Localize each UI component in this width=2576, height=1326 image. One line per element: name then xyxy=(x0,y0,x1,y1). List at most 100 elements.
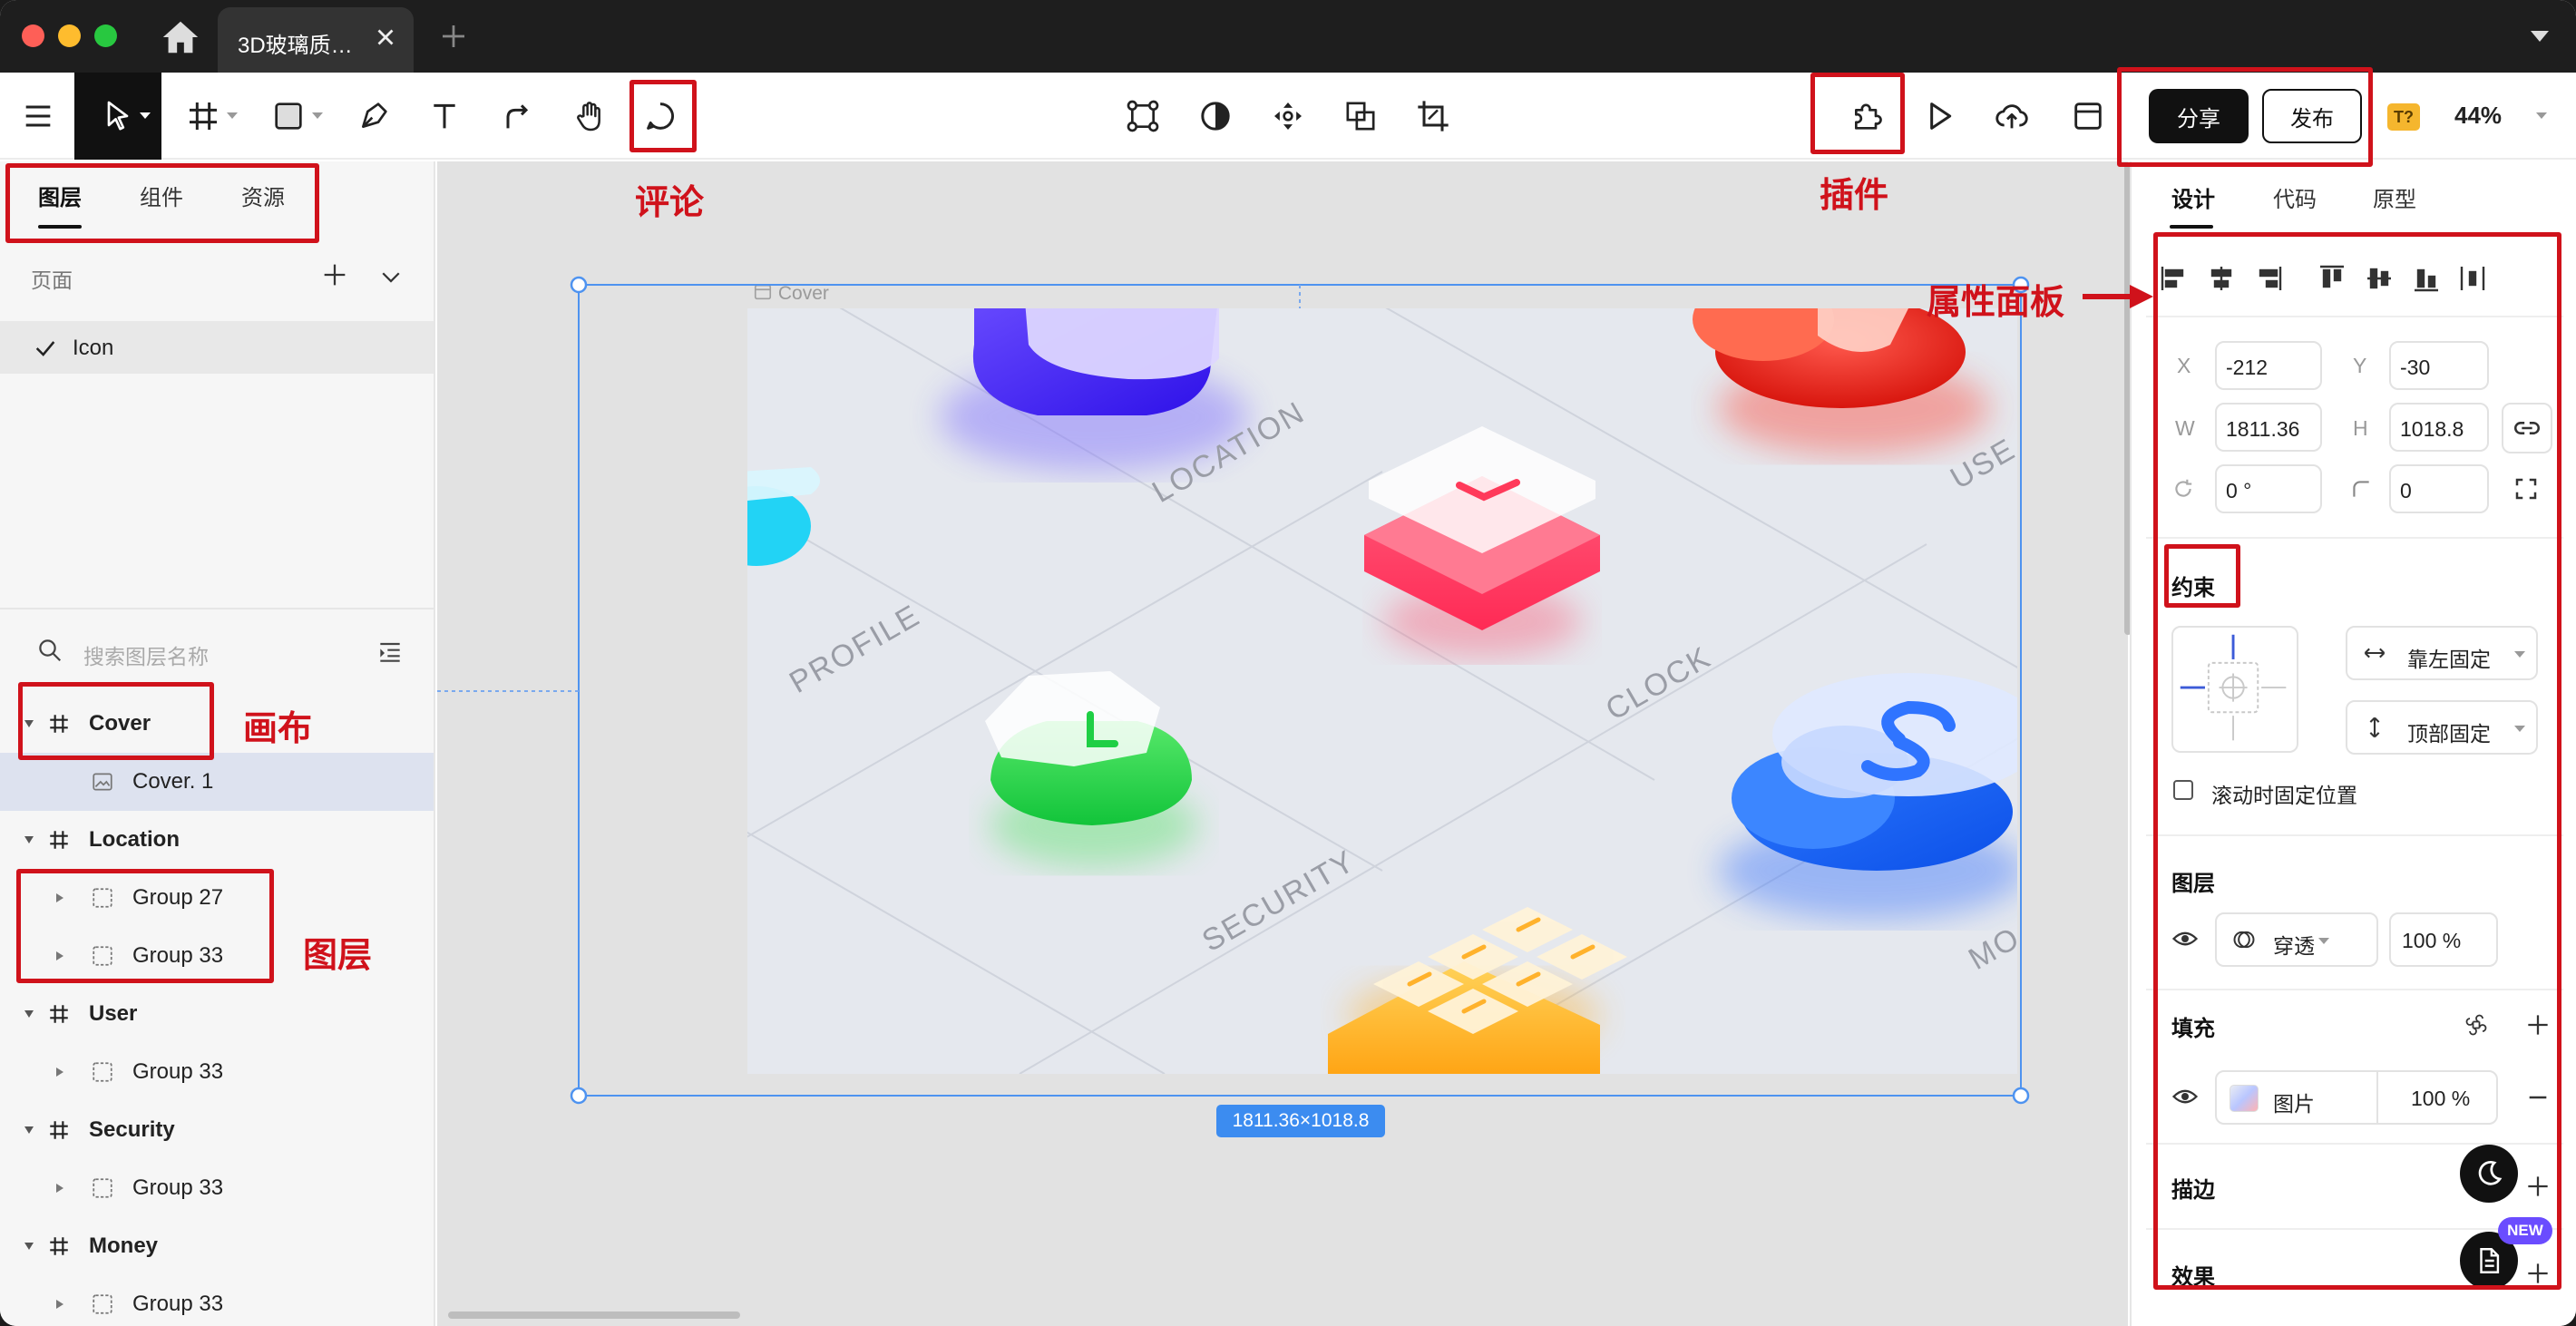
layout-icon xyxy=(2074,102,2102,130)
pen-tool-button[interactable] xyxy=(348,73,399,160)
layer-row[interactable]: Group 33 xyxy=(0,1275,434,1326)
group-icon xyxy=(93,1178,112,1198)
window-close-button[interactable] xyxy=(22,24,44,47)
expand-caret-icon[interactable] xyxy=(24,1125,34,1136)
layout-button[interactable] xyxy=(2063,73,2113,160)
group-icon xyxy=(93,1062,112,1082)
close-icon[interactable] xyxy=(372,24,399,51)
layer-name: Money xyxy=(89,1233,159,1258)
layer-row[interactable]: Cover. 1 xyxy=(0,753,434,811)
artboard-image[interactable]: LOCATION PROFILE CLOCK SECURITY USE MO xyxy=(747,308,2017,1074)
layer-row[interactable]: Group 33 xyxy=(0,1043,434,1101)
page-item-label: Icon xyxy=(73,336,114,360)
expand-caret-icon[interactable] xyxy=(24,1009,34,1019)
layer-name: User xyxy=(89,1001,138,1026)
text-icon xyxy=(434,103,455,129)
move-arrows-icon xyxy=(1274,102,1302,130)
expand-caret-icon[interactable] xyxy=(54,1067,65,1077)
move-tool-button[interactable] xyxy=(74,73,161,160)
title-bar: 3D玻璃质… xyxy=(0,0,2576,73)
frame-icon xyxy=(190,102,217,130)
annotation-canvas: 画布 xyxy=(243,710,313,748)
chevron-down-icon[interactable] xyxy=(2529,27,2551,45)
expand-caret-icon[interactable] xyxy=(54,1299,65,1310)
layer-row[interactable]: Security xyxy=(0,1101,434,1159)
layer-name: Security xyxy=(89,1117,175,1142)
layer-row[interactable]: User xyxy=(0,985,434,1043)
play-icon xyxy=(1930,102,1952,130)
frame-small-icon xyxy=(754,284,772,300)
window-minimize-button[interactable] xyxy=(58,24,81,47)
layer-name: Cover. 1 xyxy=(132,769,214,794)
mask-tool-button[interactable] xyxy=(1190,73,1241,160)
layer-name: Group 33 xyxy=(132,1292,224,1316)
new-tab-button[interactable] xyxy=(437,20,470,53)
app-window: 3D玻璃质… 分享 发布 T? 44% 图层 组件 资源 页面 Icon 搜索图… xyxy=(0,0,2576,1326)
home-icon[interactable] xyxy=(160,16,201,58)
present-button[interactable] xyxy=(1914,73,1965,160)
annotation-properties: 属性面板 xyxy=(1927,284,2065,322)
tab-prototype[interactable]: 原型 xyxy=(2373,181,2416,213)
collapse-pages-icon[interactable] xyxy=(377,263,405,290)
tab-code[interactable]: 代码 xyxy=(2273,181,2317,213)
annotation-box-comment xyxy=(629,80,697,152)
annotation-box-constraints xyxy=(2164,544,2240,608)
annotation-box-properties xyxy=(2153,232,2561,1290)
align-tool-button[interactable] xyxy=(1263,73,1313,160)
frame-tool-button[interactable] xyxy=(178,73,238,160)
page-item-icon[interactable]: Icon xyxy=(0,321,434,374)
annotation-plugin: 插件 xyxy=(1820,177,1889,215)
artboard-label[interactable]: Cover xyxy=(753,282,829,305)
boolean-tool-button[interactable] xyxy=(1335,73,1386,160)
rectangle-icon xyxy=(275,102,302,130)
window-zoom-button[interactable] xyxy=(94,24,117,47)
tab-design[interactable]: 设计 xyxy=(2171,181,2215,213)
divider xyxy=(0,608,434,609)
layer-search-input[interactable]: 搜索图层名称 xyxy=(83,639,209,670)
hand-tool-button[interactable] xyxy=(564,73,615,160)
artboard-name: Cover xyxy=(777,283,829,304)
layer-row[interactable]: Location xyxy=(0,811,434,869)
connector-tool-button[interactable] xyxy=(492,73,542,160)
hamburger-menu-icon[interactable] xyxy=(13,73,63,160)
frame-icon xyxy=(50,831,68,849)
layer-row[interactable]: Group 33 xyxy=(0,1159,434,1217)
expand-caret-icon[interactable] xyxy=(54,1183,65,1194)
pages-title: 页面 xyxy=(31,268,73,292)
search-icon xyxy=(36,637,63,664)
document-tab-title: 3D玻璃质… xyxy=(238,34,353,58)
filter-icon[interactable] xyxy=(376,637,405,666)
boolean-icon xyxy=(1346,102,1375,131)
active-tab-indicator xyxy=(2170,225,2213,229)
font-missing-badge[interactable]: T? xyxy=(2387,103,2420,131)
cloud-upload-icon xyxy=(1995,104,2028,129)
crop-tool-button[interactable] xyxy=(1408,73,1459,160)
crop-icon xyxy=(1418,101,1449,132)
horizontal-scrollbar[interactable] xyxy=(448,1311,740,1319)
annotation-arrow-icon xyxy=(2083,285,2153,308)
frame-icon xyxy=(50,1237,68,1255)
frame-icon xyxy=(50,1005,68,1023)
annotation-box-canvas xyxy=(18,682,214,760)
expand-caret-icon[interactable] xyxy=(24,1241,34,1252)
cursor-icon xyxy=(107,101,129,131)
annotation-layers: 图层 xyxy=(303,937,373,975)
document-tab[interactable]: 3D玻璃质… xyxy=(218,7,414,73)
zoom-chevron-icon[interactable] xyxy=(2536,112,2547,119)
shape-tool-button[interactable] xyxy=(263,73,323,160)
add-page-icon[interactable] xyxy=(319,259,350,290)
group-icon xyxy=(93,1294,112,1314)
text-tool-button[interactable] xyxy=(419,73,470,160)
annotation-box-plugin xyxy=(1810,73,1905,154)
zoom-level[interactable]: 44% xyxy=(2454,102,2502,130)
layer-name: Group 33 xyxy=(132,1175,224,1200)
image-icon xyxy=(93,773,112,791)
nodes-icon xyxy=(1127,100,1159,132)
contrast-icon xyxy=(1201,102,1230,131)
layer-name: Location xyxy=(89,827,180,852)
expand-caret-icon[interactable] xyxy=(24,834,34,845)
layer-row[interactable]: Money xyxy=(0,1217,434,1275)
component-tool-button[interactable] xyxy=(1117,73,1168,160)
upload-button[interactable] xyxy=(1986,73,2037,160)
connector-icon xyxy=(506,104,529,129)
